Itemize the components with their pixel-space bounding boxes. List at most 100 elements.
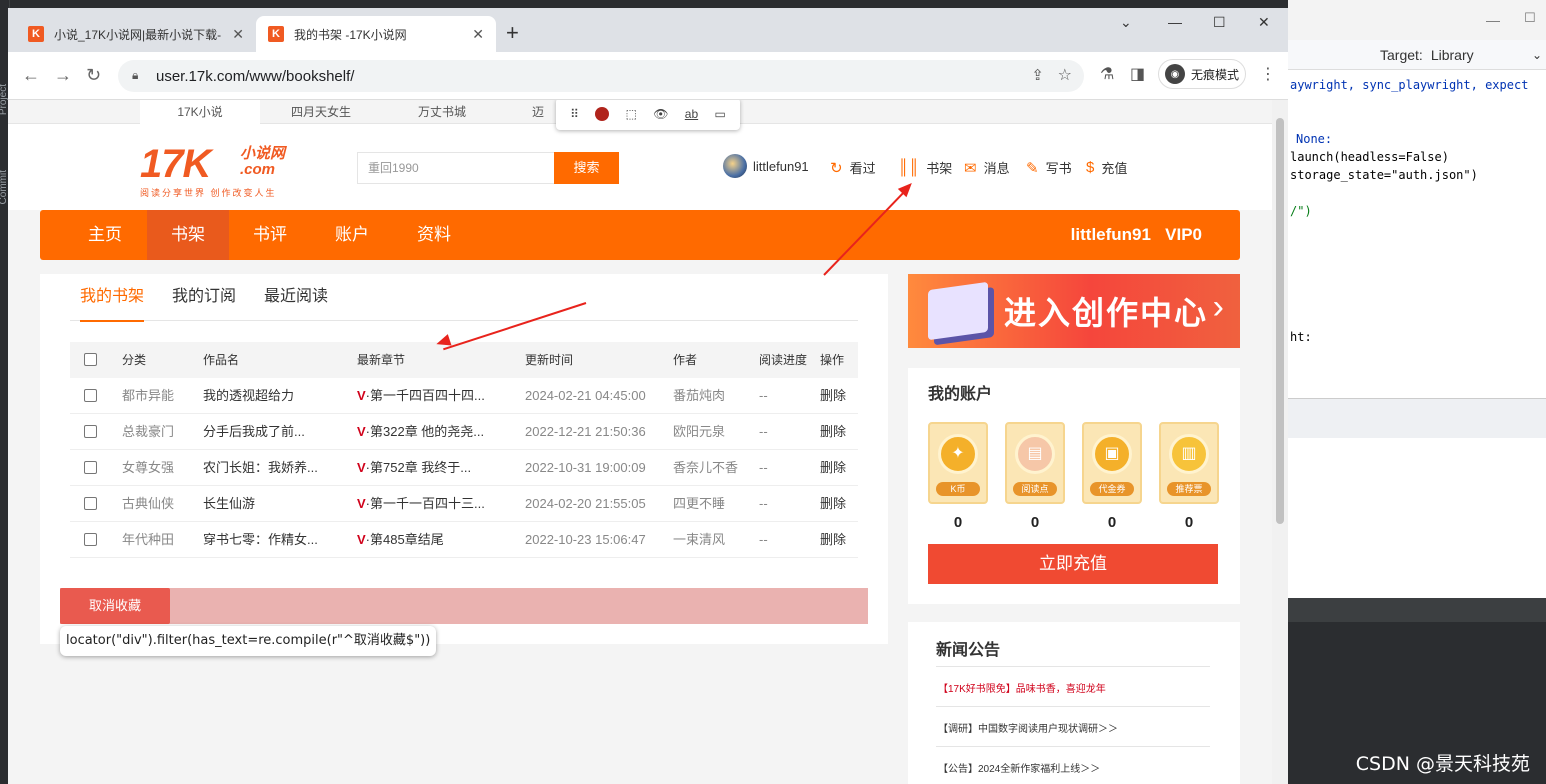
bookshelf-link[interactable]: ║║ 书架: [898, 158, 952, 177]
page-scrollbar[interactable]: [1272, 100, 1288, 784]
site-logo[interactable]: 17K 小说网 .com 阅读分享世界 创作改变人生: [140, 144, 310, 202]
select-all-checkbox[interactable]: [84, 353, 97, 366]
row-title[interactable]: 我的透视超给力: [203, 378, 294, 414]
delete-link[interactable]: 删除: [820, 522, 846, 558]
history-link[interactable]: ↻ 看过: [830, 158, 876, 177]
minimize-icon[interactable]: —: [1168, 14, 1182, 30]
extension-flask-icon[interactable]: ⚗: [1100, 64, 1114, 84]
reload-icon[interactable]: ↻: [86, 65, 101, 86]
target-select[interactable]: Library: [1431, 47, 1474, 63]
read-points-card[interactable]: ▤ 阅读点: [1005, 422, 1065, 504]
delete-link[interactable]: 删除: [820, 414, 846, 450]
back-arrow-icon[interactable]: ←: [22, 65, 40, 86]
close-icon[interactable]: ✕: [232, 26, 244, 43]
row-title[interactable]: 长生仙游: [203, 486, 255, 522]
bookmark-star-icon[interactable]: ☆: [1058, 65, 1072, 85]
ide-maximize-icon[interactable]: ☐: [1524, 10, 1536, 26]
forward-arrow-icon[interactable]: →: [54, 65, 72, 86]
pencil-icon: ✎: [1026, 159, 1039, 177]
news-item[interactable]: 【17K好书限免】品味书香，喜迎龙年: [938, 680, 1106, 695]
row-checkbox[interactable]: [84, 497, 97, 510]
row-title[interactable]: 分手后我成了前...: [203, 414, 305, 450]
nav-account[interactable]: 账户: [311, 210, 393, 260]
envelope-icon: ✉: [964, 159, 977, 177]
code-line: storage_state="auth.json"): [1290, 168, 1478, 182]
assert-value-icon[interactable]: ▭: [714, 107, 725, 121]
share-icon[interactable]: ⇪: [1031, 66, 1044, 84]
lock-icon[interactable]: 🔒︎: [132, 68, 138, 83]
row-chapter[interactable]: V·第485章结尾: [357, 522, 444, 558]
tab-search-chevron-icon[interactable]: ⌄: [1120, 14, 1132, 31]
more-menu-icon[interactable]: ⋮: [1260, 64, 1276, 84]
row-checkbox[interactable]: [84, 389, 97, 402]
nav-reviews[interactable]: 书评: [229, 210, 311, 260]
code-line: /"): [1290, 204, 1312, 218]
scrollbar-thumb[interactable]: [1276, 118, 1284, 524]
news-item[interactable]: 【调研】中国数字阅读用户现状调研＞＞: [938, 720, 1118, 735]
voucher-card[interactable]: ▣ 代金券: [1082, 422, 1142, 504]
tab-subscriptions[interactable]: 我的订阅: [172, 286, 236, 308]
code-line: aywright, sync_playwright, expect: [1290, 78, 1529, 92]
row-title[interactable]: 穿书七零：作精女...: [203, 522, 318, 558]
recharge-now-button[interactable]: 立即充值: [928, 544, 1218, 584]
tab-my-shelf[interactable]: 我的书架: [80, 286, 144, 308]
browser-tab-inactive[interactable]: K 小说_17K小说网|最新小说下载- ✕: [16, 16, 256, 52]
delete-link[interactable]: 删除: [820, 378, 846, 414]
user-profile-link[interactable]: littlefun91: [723, 154, 809, 178]
window-close-icon[interactable]: ✕: [1258, 14, 1270, 31]
search-input[interactable]: 重回1990: [357, 152, 555, 184]
search-button[interactable]: 搜索: [554, 152, 619, 184]
delete-link[interactable]: 删除: [820, 486, 846, 522]
cancel-favorite-button[interactable]: 取消收藏: [60, 588, 170, 624]
delete-link[interactable]: 删除: [820, 450, 846, 486]
side-panel-icon[interactable]: ◨: [1130, 64, 1145, 84]
nav-home[interactable]: 主页: [64, 210, 146, 260]
pick-locator-icon[interactable]: ⬚: [626, 107, 637, 121]
row-author[interactable]: 一束清风: [673, 522, 725, 558]
ide-minimize-icon[interactable]: —: [1486, 12, 1500, 28]
row-category[interactable]: 女尊女强: [122, 450, 174, 486]
recharge-link[interactable]: $ 充值: [1086, 158, 1127, 177]
row-author[interactable]: 香奈儿不香: [673, 450, 738, 486]
site-favicon-icon: K: [28, 26, 44, 42]
recommend-ticket-card[interactable]: ▥ 推荐票: [1159, 422, 1219, 504]
new-tab-plus-icon[interactable]: +: [506, 20, 519, 46]
incognito-profile-button[interactable]: ◉ 无痕模式: [1158, 59, 1246, 89]
row-category[interactable]: 古典仙侠: [122, 486, 174, 522]
playwright-inspector-toolbar: ⠿ ⬚ 👁︎ ab ▭: [556, 100, 740, 130]
row-category[interactable]: 年代种田: [122, 522, 174, 558]
news-item[interactable]: 【公告】2024全新作家福利上线＞＞: [938, 760, 1100, 775]
site-tab-april[interactable]: 四月天女生: [261, 100, 381, 124]
row-author[interactable]: 四更不睡: [673, 486, 725, 522]
record-icon[interactable]: [595, 107, 610, 121]
row-category[interactable]: 都市异能: [122, 378, 174, 414]
browser-tab-active[interactable]: K 我的书架 -17K小说网 ✕: [256, 16, 496, 52]
tab-recent[interactable]: 最近阅读: [264, 286, 328, 308]
row-checkbox[interactable]: [84, 425, 97, 438]
row-chapter[interactable]: V·第一千一百四十三...: [357, 486, 485, 522]
row-checkbox[interactable]: [84, 461, 97, 474]
row-author[interactable]: 番茄炖肉: [673, 378, 725, 414]
write-link[interactable]: ✎ 写书: [1026, 158, 1072, 177]
kcoin-card[interactable]: ✦ K币: [928, 422, 988, 504]
row-author[interactable]: 欧阳元泉: [673, 414, 725, 450]
drag-icon[interactable]: ⠿: [570, 107, 579, 121]
nav-bookshelf[interactable]: 书架: [147, 210, 229, 260]
assert-text-icon[interactable]: ab: [685, 107, 698, 121]
row-chapter[interactable]: V·第一千四百四十四...: [357, 378, 485, 414]
address-bar[interactable]: 🔒︎ user.17k.com/www/bookshelf/ ⇪ ☆: [118, 60, 1084, 92]
row-chapter[interactable]: V·第322章 他的尧尧...: [357, 414, 484, 450]
row-checkbox[interactable]: [84, 533, 97, 546]
maximize-icon[interactable]: ☐: [1213, 14, 1226, 31]
site-tab-17k[interactable]: 17K小说: [140, 100, 260, 124]
row-chapter[interactable]: V·第752章 我终于...: [357, 450, 471, 486]
messages-link[interactable]: ✉ 消息: [964, 158, 1010, 177]
creator-center-banner[interactable]: 进入创作中心 ›: [908, 274, 1240, 348]
chevron-down-icon[interactable]: ⌄: [1532, 48, 1542, 62]
close-icon[interactable]: ✕: [472, 26, 484, 43]
nav-profile[interactable]: 资料: [393, 210, 475, 260]
assert-visibility-icon[interactable]: 👁︎: [653, 107, 668, 121]
row-title[interactable]: 农门长姐：我娇养...: [203, 450, 318, 486]
nav-user-info: littlefun91 VIP0: [1070, 225, 1202, 244]
row-category[interactable]: 总裁豪门: [122, 414, 174, 450]
